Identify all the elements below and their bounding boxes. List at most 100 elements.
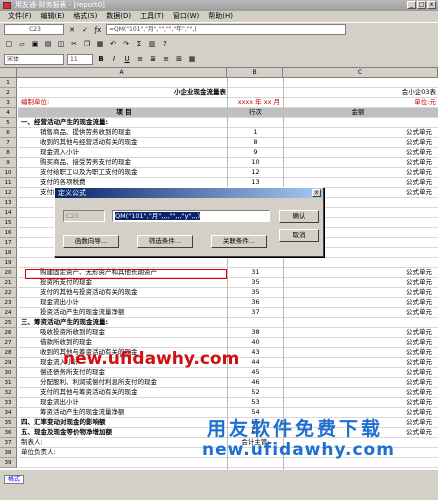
menu-tools[interactable]: 工具(T): [140, 11, 164, 22]
preview-icon[interactable]: ◫: [56, 39, 66, 49]
dialog-close-icon[interactable]: x: [312, 189, 321, 197]
row-header[interactable]: 30: [0, 368, 17, 378]
function-icon[interactable]: ƒx: [93, 25, 103, 35]
table-cell-amount[interactable]: 金额: [284, 108, 438, 118]
table-cell-amount[interactable]: 公式单元: [284, 168, 438, 178]
row-header[interactable]: 36: [0, 428, 17, 438]
table-cell-item[interactable]: 借款所收到的现金: [18, 338, 227, 348]
table-cell-line[interactable]: 38: [228, 328, 283, 338]
table-cell-item[interactable]: 现金流出小计: [18, 298, 227, 308]
table-cell-item[interactable]: 五、现金及现金等价物净增加额: [18, 428, 227, 438]
table-cell-amount[interactable]: 公式单元: [284, 278, 438, 288]
table-cell-amount[interactable]: [284, 318, 438, 328]
filter-condition-button[interactable]: 筛选条件...: [137, 235, 193, 248]
row-header[interactable]: 9: [0, 158, 17, 168]
table-cell-amount[interactable]: 公式单元: [284, 298, 438, 308]
row-header[interactable]: 6: [0, 128, 17, 138]
dialog-ok-button[interactable]: 确认: [279, 210, 319, 223]
row-header[interactable]: 5: [0, 118, 17, 128]
table-cell-line[interactable]: 9: [228, 148, 283, 158]
cell-ref-box[interactable]: C23: [4, 24, 64, 35]
menu-format[interactable]: 格式(S): [73, 11, 97, 22]
table-cell-line[interactable]: 10: [228, 158, 283, 168]
cut-icon[interactable]: ✂: [69, 39, 79, 49]
table-cell-line[interactable]: [228, 258, 283, 268]
new-file-icon[interactable]: □: [4, 39, 14, 49]
align-center-icon[interactable]: ≣: [148, 54, 158, 64]
row-header[interactable]: 34: [0, 408, 17, 418]
help-icon[interactable]: ?: [160, 39, 170, 49]
table-cell-item[interactable]: 收到的其他与经营活动有关的现金: [18, 138, 227, 148]
menu-file[interactable]: 文件(F): [8, 11, 32, 22]
undo-icon[interactable]: ↶: [108, 39, 118, 49]
table-cell-item[interactable]: 投资所支付的现金: [18, 278, 227, 288]
table-cell-amount[interactable]: 公式单元: [284, 128, 438, 138]
row-header[interactable]: 3: [0, 98, 17, 108]
table-cell-line[interactable]: 12: [228, 168, 283, 178]
define-formula-dialog[interactable]: 定义公式 x C23 QM("101","月",,,,"",,,"y",,,) …: [54, 187, 324, 257]
table-cell-line[interactable]: [228, 78, 283, 88]
underline-icon[interactable]: U: [122, 54, 132, 64]
table-cell-item[interactable]: 一、经营活动产生的现金流量:: [18, 118, 227, 128]
row-header[interactable]: 12: [0, 188, 17, 198]
column-header-c[interactable]: C: [283, 68, 438, 78]
row-header[interactable]: 25: [0, 318, 17, 328]
row-header[interactable]: 19: [0, 258, 17, 268]
row-header[interactable]: 8: [0, 148, 17, 158]
table-cell-line[interactable]: 8: [228, 138, 283, 148]
border-icon[interactable]: ▦: [187, 54, 197, 64]
cancel-icon[interactable]: ✕: [67, 25, 77, 35]
copy-icon[interactable]: ❐: [82, 39, 92, 49]
row-header[interactable]: 2: [0, 88, 17, 98]
table-cell-line[interactable]: 35: [228, 278, 283, 288]
formula-input[interactable]: =QM("101","月","","","年","",): [106, 24, 346, 35]
redo-icon[interactable]: ↷: [121, 39, 131, 49]
table-cell-amount[interactable]: 公式单元: [284, 268, 438, 278]
dialog-cancel-button[interactable]: 取消: [279, 229, 319, 242]
window-title-bar[interactable]: 用友通-财务报表 - [report0] _ □ x: [0, 0, 438, 11]
corner-header[interactable]: [0, 68, 17, 78]
font-size-select[interactable]: 11: [67, 53, 93, 65]
row-header[interactable]: 1: [0, 78, 17, 88]
align-left-icon[interactable]: ≡: [135, 54, 145, 64]
dialog-title[interactable]: 定义公式: [55, 188, 323, 198]
maximize-button[interactable]: □: [417, 1, 426, 9]
table-cell-item[interactable]: 筹资活动产生的现金流量净额: [18, 408, 227, 418]
row-header[interactable]: 28: [0, 348, 17, 358]
row-header[interactable]: 13: [0, 198, 17, 208]
table-cell-item[interactable]: [18, 258, 227, 268]
row-header[interactable]: 16: [0, 228, 17, 238]
align-right-icon[interactable]: ≡: [161, 54, 171, 64]
table-cell-item[interactable]: 单位负责人:: [18, 448, 227, 458]
table-cell-amount[interactable]: 公式单元: [284, 378, 438, 388]
table-cell-amount[interactable]: 公式单元: [284, 138, 438, 148]
column-header-a[interactable]: A: [17, 68, 227, 78]
table-cell-amount[interactable]: 公式单元: [284, 358, 438, 368]
row-header[interactable]: 11: [0, 178, 17, 188]
row-header[interactable]: 32: [0, 388, 17, 398]
table-cell-item[interactable]: [18, 458, 227, 468]
merge-icon[interactable]: ⊞: [174, 54, 184, 64]
row-header[interactable]: 29: [0, 358, 17, 368]
relation-condition-button[interactable]: 关联条件...: [211, 235, 267, 248]
table-cell-item[interactable]: 项 目: [18, 108, 227, 118]
table-cell-item[interactable]: 制表人:: [18, 438, 227, 448]
row-header[interactable]: 20: [0, 268, 17, 278]
row-header[interactable]: 37: [0, 438, 17, 448]
row-header[interactable]: 33: [0, 398, 17, 408]
table-cell-amount[interactable]: 公式单元: [284, 328, 438, 338]
table-cell-line[interactable]: 45: [228, 368, 283, 378]
table-cell-item[interactable]: 四、汇率变动对现金的影响额: [18, 418, 227, 428]
row-header[interactable]: 27: [0, 338, 17, 348]
row-header[interactable]: 23: [0, 298, 17, 308]
table-cell-amount[interactable]: 公式单元: [284, 288, 438, 298]
row-header[interactable]: 4: [0, 108, 17, 118]
table-cell-line[interactable]: 37: [228, 308, 283, 318]
row-header[interactable]: 21: [0, 278, 17, 288]
table-cell-item[interactable]: 吸收投资所收到的现金: [18, 328, 227, 338]
table-cell-item[interactable]: 三、筹资活动产生的现金流量:: [18, 318, 227, 328]
bold-icon[interactable]: B: [96, 54, 106, 64]
function-wizard-button[interactable]: 函数向导...: [63, 235, 119, 248]
table-cell-item[interactable]: 支付的其他与筹资活动有关的现金: [18, 388, 227, 398]
table-cell-amount[interactable]: 公式单元: [284, 388, 438, 398]
